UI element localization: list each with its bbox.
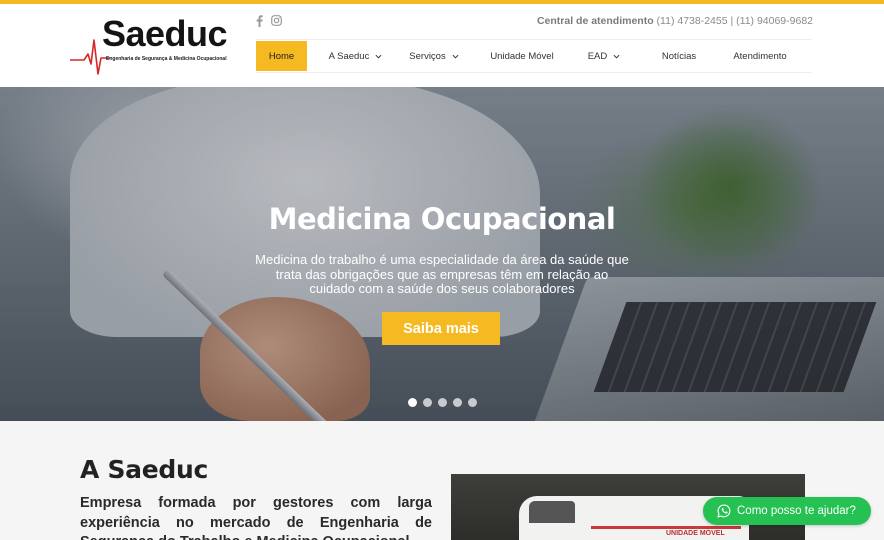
nav-item-label: Unidade Móvel (490, 50, 554, 62)
slider-dot[interactable] (438, 398, 447, 407)
nav-item-label: Serviços (409, 50, 446, 62)
slider-dot[interactable] (423, 398, 432, 407)
nav-item-home[interactable]: Home (256, 41, 307, 71)
contact-label: Central de atendimento (536, 15, 654, 27)
whatsapp-icon (717, 504, 731, 518)
nav-item-noticias[interactable]: Notícias (648, 41, 710, 71)
slider-dot[interactable] (453, 398, 462, 407)
nav-item-label: Atendimento (733, 50, 787, 62)
slider-dot[interactable] (408, 398, 417, 407)
main-nav: Home A Saeduc Serviços Unidade Móvel EAD… (256, 39, 812, 73)
nav-item-label: Notícias (661, 50, 697, 62)
saeduc-logo[interactable]: Saeduc Engenharia de Segurança & Medicin… (70, 14, 228, 80)
contact-phones[interactable]: (11) 4738-2455 | (11) 94069-9682 (657, 15, 813, 27)
nav-item-a-saeduc[interactable]: A Saeduc (317, 41, 394, 71)
whatsapp-chat-button[interactable]: Como posso te ajudar? (703, 497, 871, 525)
hero-description: Medicina do trabalho é uma especialidade… (255, 252, 629, 296)
van-window (529, 501, 575, 523)
nav-item-label: Home (268, 50, 295, 62)
logo-wordmark: Saeduc (102, 13, 228, 54)
nav-item-servicos[interactable]: Serviços (398, 41, 470, 71)
site-header: Saeduc Engenharia de Segurança & Medicin… (0, 4, 884, 87)
about-text: Empresa formada por gestores com larga e… (80, 495, 432, 540)
about-title: A Saeduc (80, 455, 208, 484)
instagram-icon[interactable] (271, 15, 282, 27)
nav-item-label: A Saeduc (328, 50, 370, 62)
van-stripe (591, 526, 741, 529)
hero-title: Medicina Ocupacional (268, 202, 616, 236)
chevron-down-icon (613, 54, 620, 59)
nav-item-unidade-movel[interactable]: Unidade Móvel (478, 41, 566, 71)
chevron-down-icon (452, 54, 459, 59)
logo-tagline: Engenharia de Segurança & Medicina Ocupa… (106, 56, 227, 62)
van-label: UNIDADE MÓVEL (666, 530, 725, 537)
nav-item-atendimento[interactable]: Atendimento (724, 41, 796, 71)
slider-dots (408, 398, 477, 407)
slider-dot[interactable] (468, 398, 477, 407)
social-links (256, 15, 282, 27)
chevron-down-icon (375, 54, 382, 59)
nav-item-ead[interactable]: EAD (576, 41, 632, 71)
nav-item-label: EAD (587, 50, 608, 62)
hero-slider: Medicina Ocupacional Medicina do trabalh… (0, 87, 884, 421)
contact-info: Central de atendimento (11) 4738-2455 | … (537, 15, 813, 27)
facebook-icon[interactable] (256, 15, 263, 27)
whatsapp-label: Como posso te ajudar? (737, 505, 856, 517)
saiba-mais-button[interactable]: Saiba mais (382, 312, 500, 345)
